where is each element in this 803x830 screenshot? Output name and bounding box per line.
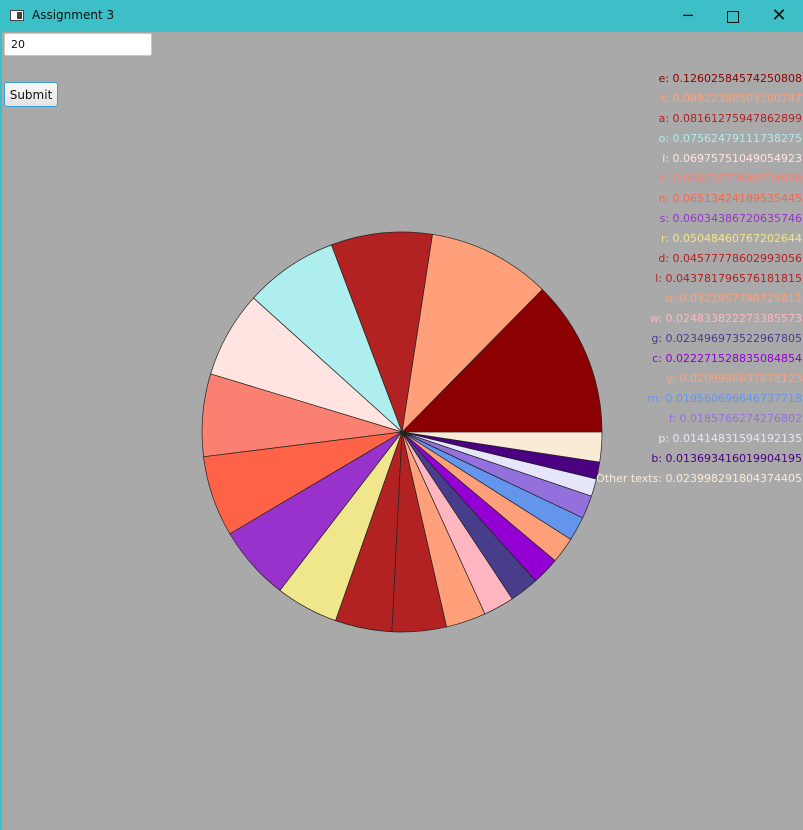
title-bar: Assignment 3 ─ ✕ [0, 0, 803, 32]
legend-entry-s: s: 0.06034386720635746 [659, 212, 802, 225]
legend-entry-w: w: 0.024833822273385573 [649, 312, 802, 325]
legend-entry-b: b: 0.013693416019904195 [651, 452, 802, 465]
legend-entry-n: n: 0.06513424189535445 [658, 192, 802, 205]
legend-entry-t: t: 0.09922388503100747 [661, 92, 802, 105]
legend-entry-f: f: 0.0185766274276802 [668, 412, 802, 425]
minimize-button[interactable]: ─ [665, 0, 711, 32]
count-input[interactable] [4, 33, 152, 56]
legend-entry-a: a: 0.08161275947862899 [658, 112, 802, 125]
legend-entry-c: c: 0.022271528835084854 [652, 352, 802, 365]
legend-entry-y: y: 0.0209996637878123 [666, 372, 802, 385]
legend-entry-e: e: 0.12602584574250808 [658, 72, 802, 85]
maximize-icon [727, 10, 739, 23]
legend-entry-other: Other texts: 0.023998291804374405 [596, 472, 802, 485]
legend-entry-g: g: 0.023496973522967805 [651, 332, 802, 345]
legend: e: 0.12602584574250808 t: 0.0992238850310… [382, 69, 802, 489]
window-title: Assignment 3 [32, 8, 115, 22]
window-icon [10, 10, 24, 21]
legend-entry-p: p: 0.01414831594192135 [658, 432, 802, 445]
legend-entry-i: i: 0.06975751049054923 [662, 152, 802, 165]
legend-entry-m: m: 0.019560696646737718 [647, 392, 802, 405]
legend-entry-o: o: 0.07562479111738275 [658, 132, 802, 145]
submit-button[interactable]: Submit [4, 82, 58, 107]
close-button[interactable]: ✕ [756, 0, 802, 32]
close-icon: ✕ [771, 5, 787, 26]
main-content: Submit e: 0.12602584574250808 t: 0.099223… [0, 32, 803, 830]
legend-entry-u: u: 0.0321957740725611 [665, 292, 802, 305]
legend-entry-r: r: 0.05048460767202644 [660, 232, 802, 245]
legend-entry-h: h: 0.06663773640734098 [658, 172, 802, 185]
maximize-button[interactable] [710, 0, 756, 32]
minimize-icon: ─ [683, 6, 693, 25]
legend-entry-d: d: 0.04577778602993056 [658, 252, 802, 265]
legend-entry-l: l: 0.043781796576181815 [655, 272, 802, 285]
